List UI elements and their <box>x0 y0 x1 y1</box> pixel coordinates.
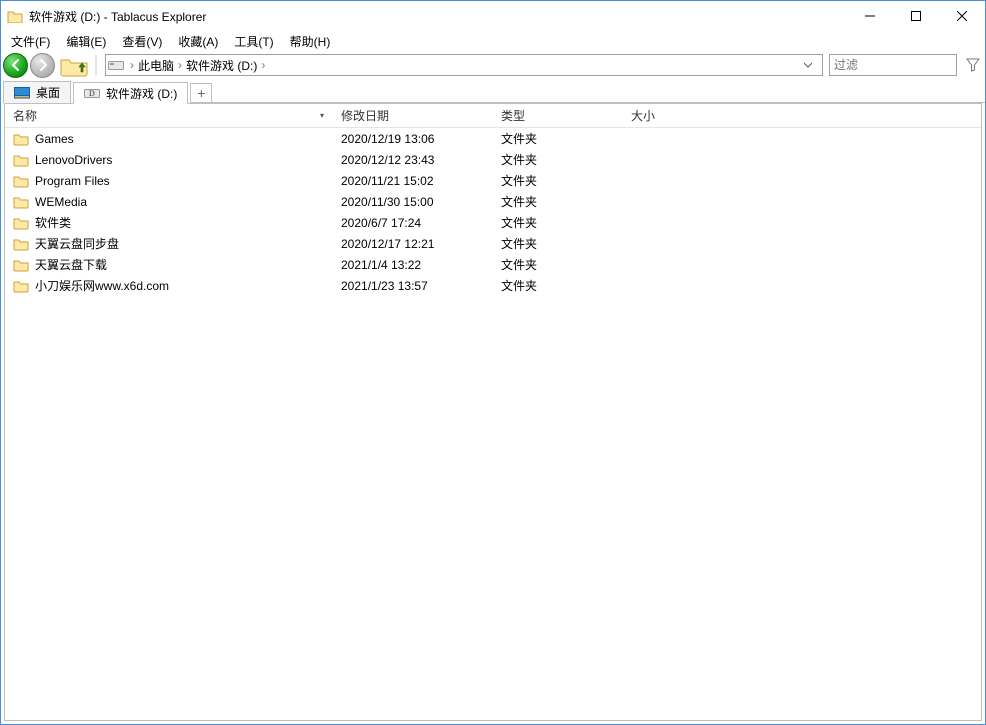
new-tab-button[interactable]: + <box>190 83 212 103</box>
folder-up-icon <box>59 53 89 77</box>
menu-edit[interactable]: 编辑(E) <box>60 32 112 51</box>
tab-strip: 桌面 D 软件游戏 (D:) + <box>1 79 985 103</box>
folder-icon <box>13 216 29 230</box>
minimize-button[interactable] <box>847 1 893 31</box>
toolbar: › 此电脑 › 软件游戏 (D:) › <box>1 51 985 79</box>
file-type: 文件夹 <box>493 277 623 294</box>
file-date: 2021/1/4 13:22 <box>333 258 493 272</box>
folder-icon <box>13 279 29 293</box>
crumb-drive[interactable]: 软件游戏 (D:) <box>186 57 257 74</box>
file-name: Program Files <box>35 174 110 188</box>
breadcrumb: › 此电脑 › 软件游戏 (D:) › <box>128 57 267 74</box>
table-row[interactable]: 小刀娱乐网www.x6d.com 2021/1/23 13:57文件夹 <box>5 275 981 296</box>
toolbar-separator <box>93 52 99 78</box>
up-folder-button[interactable] <box>57 52 91 78</box>
file-name: 天翼云盘同步盘 <box>35 235 119 252</box>
table-row[interactable]: Games 2020/12/19 13:06文件夹 <box>5 128 981 149</box>
file-type: 文件夹 <box>493 172 623 189</box>
address-bar[interactable]: › 此电脑 › 软件游戏 (D:) › <box>105 54 823 76</box>
file-date: 2021/1/23 13:57 <box>333 279 493 293</box>
file-date: 2020/12/19 13:06 <box>333 132 493 146</box>
file-type: 文件夹 <box>493 130 623 147</box>
file-date: 2020/12/17 12:21 <box>333 237 493 251</box>
file-date: 2020/6/7 17:24 <box>333 216 493 230</box>
titlebar[interactable]: 软件游戏 (D:) - Tablacus Explorer <box>1 1 985 31</box>
column-headers: 名称 ▾ 修改日期 类型 大小 <box>5 104 981 128</box>
maximize-button[interactable] <box>893 1 939 31</box>
col-header-date[interactable]: 修改日期 <box>333 104 493 127</box>
window-controls <box>847 1 985 31</box>
table-row[interactable]: Program Files 2020/11/21 15:02文件夹 <box>5 170 981 191</box>
drive-icon <box>108 59 124 71</box>
col-header-type[interactable]: 类型 <box>493 104 623 127</box>
menubar: 文件(F) 编辑(E) 查看(V) 收藏(A) 工具(T) 帮助(H) <box>1 31 985 51</box>
file-name: WEMedia <box>35 195 87 209</box>
nav-back-button[interactable] <box>3 53 28 78</box>
table-row[interactable]: 天翼云盘同步盘 2020/12/17 12:21文件夹 <box>5 233 981 254</box>
file-list-pane: 名称 ▾ 修改日期 类型 大小 Games2020/12/19 13:06文件夹… <box>4 103 982 721</box>
menu-help[interactable]: 帮助(H) <box>284 32 337 51</box>
close-icon <box>957 11 967 21</box>
app-window: 软件游戏 (D:) - Tablacus Explorer 文件(F) 编辑(E… <box>0 0 986 725</box>
drive-icon: D <box>84 87 100 99</box>
tab-label: 桌面 <box>36 84 60 101</box>
file-name: 小刀娱乐网www.x6d.com <box>35 277 169 294</box>
filter-input[interactable] <box>834 58 952 72</box>
chevron-right-icon: › <box>128 58 136 72</box>
file-type: 文件夹 <box>493 256 623 273</box>
filter-box[interactable] <box>829 54 957 76</box>
menu-favorites[interactable]: 收藏(A) <box>172 32 224 51</box>
file-type: 文件夹 <box>493 214 623 231</box>
file-type: 文件夹 <box>493 151 623 168</box>
menu-file[interactable]: 文件(F) <box>5 32 56 51</box>
file-type: 文件夹 <box>493 193 623 210</box>
folder-icon <box>13 258 29 272</box>
tab-desktop[interactable]: 桌面 <box>3 81 71 103</box>
maximize-icon <box>911 11 921 21</box>
arrow-left-icon <box>9 58 23 72</box>
file-date: 2020/11/21 15:02 <box>333 174 493 188</box>
nav-forward-button[interactable] <box>30 53 55 78</box>
plus-icon: + <box>197 86 205 100</box>
chevron-right-icon: › <box>259 58 267 72</box>
folder-icon <box>13 195 29 209</box>
folder-icon <box>13 132 29 146</box>
file-date: 2020/11/30 15:00 <box>333 195 493 209</box>
file-name: LenovoDrivers <box>35 153 112 167</box>
tab-label: 软件游戏 (D:) <box>106 85 177 102</box>
funnel-icon <box>966 58 980 72</box>
folder-icon <box>13 237 29 251</box>
folder-icon <box>13 153 29 167</box>
table-row[interactable]: 软件类 2020/6/7 17:24文件夹 <box>5 212 981 233</box>
col-header-size[interactable]: 大小 <box>623 104 723 127</box>
svg-text:D: D <box>89 89 95 98</box>
chevron-down-icon <box>804 61 812 69</box>
chevron-right-icon: › <box>176 58 184 72</box>
window-title: 软件游戏 (D:) - Tablacus Explorer <box>29 8 206 25</box>
desktop-icon <box>14 87 30 99</box>
table-row[interactable]: 天翼云盘下载 2021/1/4 13:22文件夹 <box>5 254 981 275</box>
address-dropdown[interactable] <box>804 61 820 69</box>
file-list[interactable]: Games2020/12/19 13:06文件夹LenovoDrivers202… <box>5 128 981 720</box>
file-date: 2020/12/12 23:43 <box>333 153 493 167</box>
file-type: 文件夹 <box>493 235 623 252</box>
file-name: 软件类 <box>35 214 71 231</box>
menu-tools[interactable]: 工具(T) <box>228 32 279 51</box>
table-row[interactable]: LenovoDrivers 2020/12/12 23:43文件夹 <box>5 149 981 170</box>
col-header-name[interactable]: 名称 ▾ <box>5 104 333 127</box>
file-name: 天翼云盘下载 <box>35 256 107 273</box>
file-name: Games <box>35 132 74 146</box>
tab-drive-d[interactable]: D 软件游戏 (D:) <box>73 82 188 104</box>
sort-indicator-icon: ▾ <box>320 111 324 120</box>
crumb-root[interactable]: 此电脑 <box>138 57 174 74</box>
close-button[interactable] <box>939 1 985 31</box>
window-folder-icon <box>7 9 23 23</box>
menu-view[interactable]: 查看(V) <box>116 32 168 51</box>
filter-funnel-button[interactable] <box>963 54 983 76</box>
minimize-icon <box>865 11 875 21</box>
arrow-right-icon <box>36 58 50 72</box>
table-row[interactable]: WEMedia 2020/11/30 15:00文件夹 <box>5 191 981 212</box>
folder-icon <box>13 174 29 188</box>
